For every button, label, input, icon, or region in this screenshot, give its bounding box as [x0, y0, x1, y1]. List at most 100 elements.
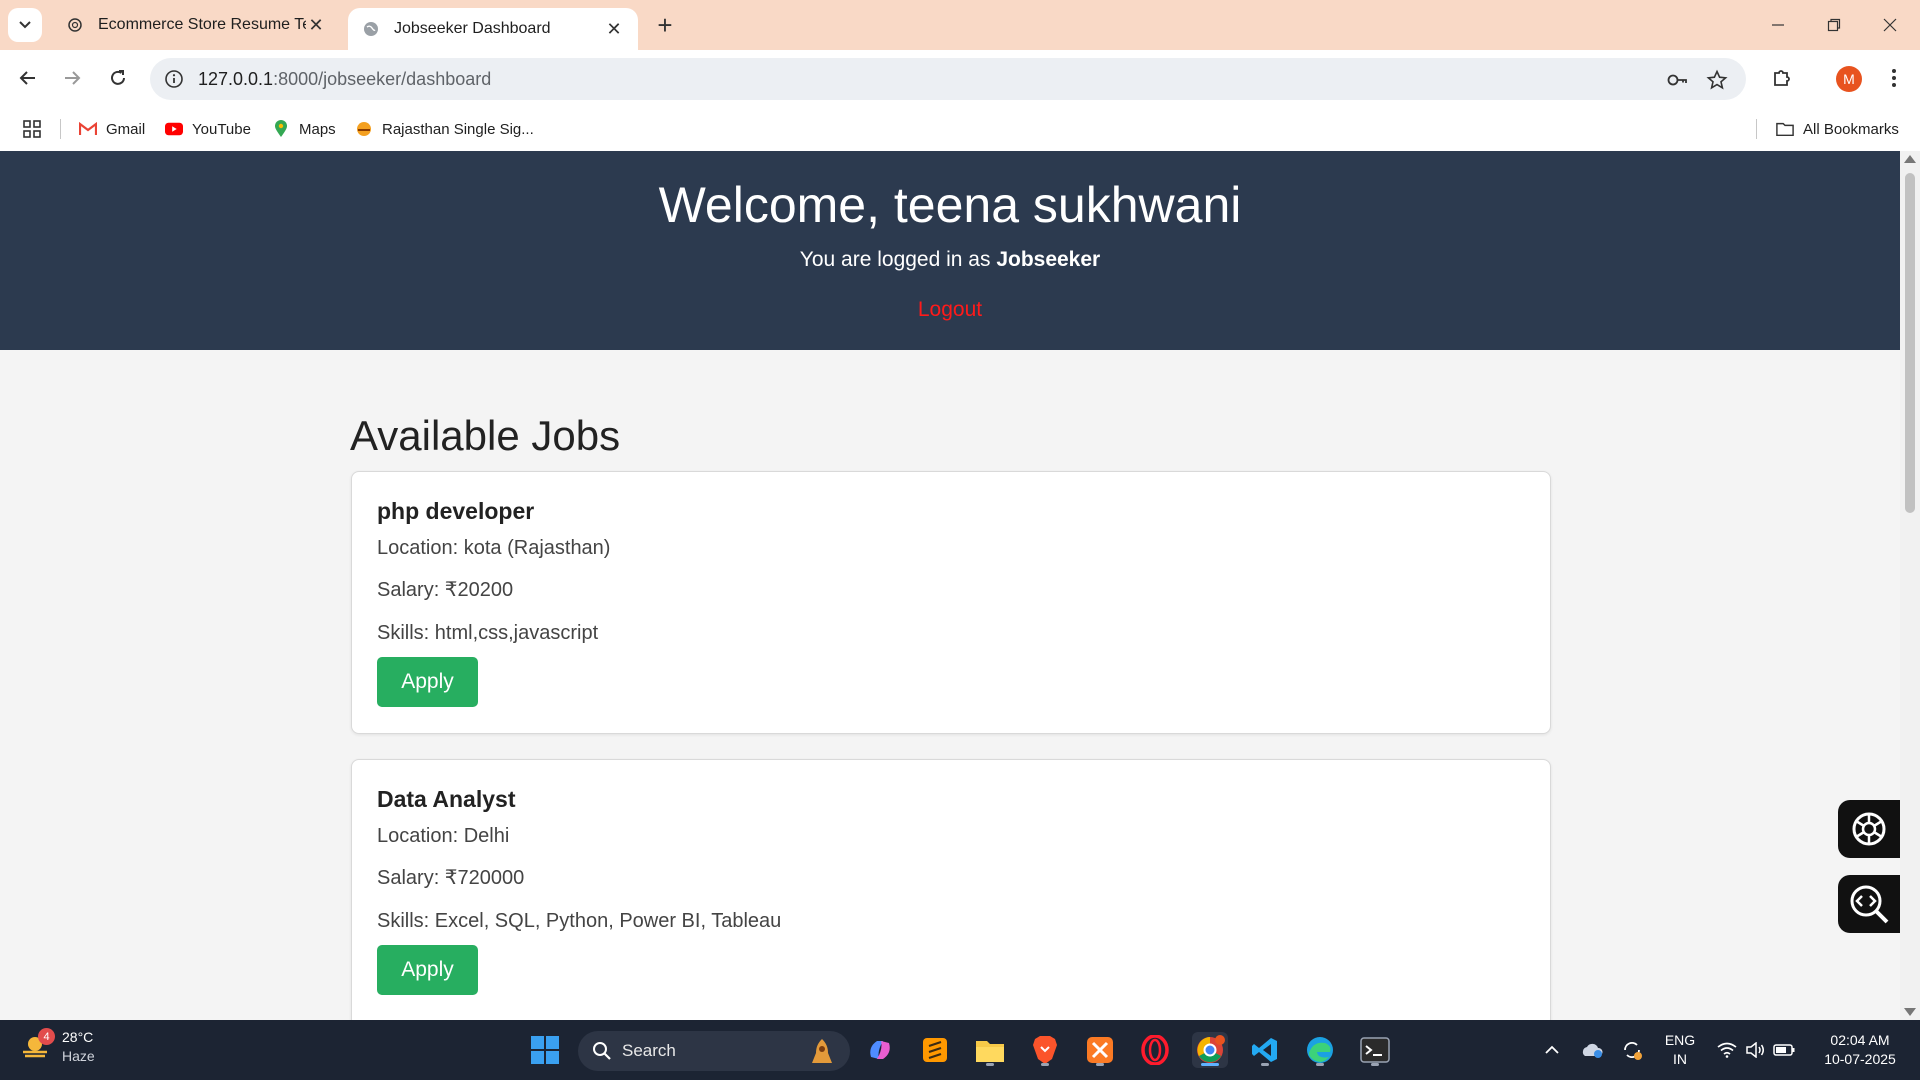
job-skills: Skills: html,css,javascript [377, 622, 599, 644]
battery-button[interactable] [1770, 1020, 1798, 1080]
menu-button[interactable] [1876, 60, 1912, 96]
all-bookmarks-button[interactable]: All Bookmarks [1776, 117, 1899, 141]
bookmark-star-icon[interactable] [1706, 69, 1728, 91]
windows-logo-icon [531, 1036, 559, 1064]
forward-button[interactable] [54, 60, 90, 96]
folder-icon [1776, 120, 1794, 138]
start-button[interactable] [527, 1032, 563, 1068]
arrow-right-icon [65, 71, 81, 85]
restore-button[interactable] [1806, 0, 1862, 50]
globe-icon [362, 20, 380, 38]
page-scrollbar[interactable] [1900, 151, 1920, 1020]
back-button[interactable] [10, 60, 46, 96]
xampp-button[interactable] [1082, 1032, 1118, 1068]
opera-button[interactable] [1137, 1032, 1173, 1068]
bookmark-gmail[interactable]: Gmail [79, 117, 145, 141]
language-code: ENG [1664, 1032, 1696, 1048]
job-card: php developer Location: kota (Rajasthan)… [351, 471, 1551, 734]
running-indicator [1041, 1063, 1049, 1066]
sync-button[interactable] [1618, 1020, 1646, 1080]
chevron-down-icon [19, 21, 31, 29]
scroll-up-arrow-icon[interactable] [1904, 155, 1916, 163]
extensions-button[interactable] [1764, 60, 1800, 96]
bookmark-rajasthan[interactable]: Rajasthan Single Sig... [355, 117, 534, 141]
folder-icon [976, 1041, 1004, 1062]
copilot-button[interactable] [862, 1032, 898, 1068]
url-host: 127.0.0.1 [198, 68, 274, 89]
brave-button[interactable] [1027, 1032, 1063, 1068]
sublime-text-icon [923, 1038, 947, 1062]
reload-icon [111, 70, 125, 85]
clock-time: 02:04 AM [1830, 1032, 1890, 1048]
tab-title: Jobseeker Dashboard [394, 20, 551, 37]
scroll-down-arrow-icon[interactable] [1904, 1008, 1916, 1016]
vscode-icon [1252, 1038, 1277, 1062]
job-location: Location: kota (Rajasthan) [377, 537, 611, 559]
search-icon [593, 1042, 611, 1060]
logout-link[interactable]: Logout [0, 296, 1900, 324]
bookmark-label: Gmail [106, 120, 146, 138]
bookmark-label: Maps [299, 120, 336, 138]
bookmarks-bar: Gmail YouTube Maps Rajasthan Single Sig.… [0, 107, 1920, 151]
tab-ecommerce-resume[interactable]: Ecommerce Store Resume Temp ✕ [52, 8, 340, 42]
chrome-button[interactable] [1192, 1032, 1228, 1068]
code-search-button[interactable] [1838, 875, 1900, 933]
edge-button[interactable] [1302, 1032, 1338, 1068]
clock[interactable]: 02:04 AM 10-07-2025 [1812, 1020, 1908, 1080]
minimize-button[interactable] [1750, 0, 1806, 50]
terminal-icon [1360, 1037, 1390, 1063]
tab-search-button[interactable] [8, 8, 42, 42]
taskbar-search[interactable]: Search [578, 1031, 850, 1071]
close-icon[interactable]: ✕ [306, 15, 326, 35]
maps-icon [272, 120, 290, 138]
wifi-button[interactable] [1714, 1020, 1740, 1080]
battery-icon [1773, 1044, 1795, 1056]
sublime-text-button[interactable] [917, 1032, 953, 1068]
running-indicator [1096, 1063, 1104, 1066]
sync-icon [1624, 1042, 1642, 1060]
vscode-button[interactable] [1247, 1032, 1283, 1068]
new-tab-button[interactable]: + [650, 10, 680, 40]
windows-taskbar: 4 28°C Haze Search ENG IN 02:04 AM 10-07… [0, 1020, 1920, 1080]
chatgpt-icon [66, 16, 84, 34]
show-hidden-icons-button[interactable] [1540, 1020, 1564, 1080]
running-indicator [1201, 1063, 1219, 1066]
reload-button[interactable] [100, 60, 136, 96]
volume-button[interactable] [1742, 1020, 1768, 1080]
youtube-icon [165, 120, 183, 138]
close-window-button[interactable] [1862, 0, 1918, 50]
tab-title: Ecommerce Store Resume Temp [98, 16, 306, 33]
site-info-icon[interactable] [164, 69, 184, 89]
weather-widget[interactable]: 4 28°C Haze [20, 1028, 95, 1066]
tab-jobseeker-dashboard[interactable]: Jobseeker Dashboard ✕ [348, 8, 638, 50]
bookmark-label: Rajasthan Single Sig... [382, 120, 534, 138]
brave-lion-icon [1033, 1036, 1057, 1064]
apply-button[interactable]: Apply [377, 657, 478, 707]
profile-avatar[interactable]: M [1836, 66, 1862, 92]
running-indicator [1316, 1063, 1324, 1066]
available-jobs-heading: Available Jobs [350, 412, 621, 459]
apps-button[interactable] [22, 117, 42, 141]
chrome-icon [1197, 1035, 1225, 1063]
edge-icon [1307, 1037, 1333, 1063]
job-location: Location: Delhi [377, 825, 510, 847]
address-bar[interactable]: 127.0.0.1:8000/jobseeker/dashboard [150, 58, 1746, 100]
close-icon[interactable]: ✕ [604, 19, 624, 39]
apply-button[interactable]: Apply [377, 945, 478, 995]
onedrive-button[interactable] [1578, 1020, 1606, 1080]
page-content: Welcome, teena sukhwani You are logged i… [0, 151, 1900, 1020]
bookmark-maps[interactable]: Maps [272, 117, 336, 141]
speaker-icon [1746, 1042, 1764, 1058]
language-indicator[interactable]: ENG IN [1660, 1020, 1700, 1080]
bookmark-youtube[interactable]: YouTube [165, 117, 251, 141]
terminal-button[interactable] [1357, 1032, 1393, 1068]
kebab-menu-icon [1892, 69, 1896, 87]
temperature: 28°C [62, 1029, 94, 1045]
logout-label[interactable]: Logout [918, 298, 982, 321]
password-key-icon[interactable] [1666, 69, 1688, 91]
ai-assistant-button[interactable] [1838, 800, 1900, 858]
file-explorer-button[interactable] [972, 1032, 1008, 1068]
weather-haze-icon: 4 [20, 1028, 55, 1062]
job-skills: Skills: Excel, SQL, Python, Power BI, Ta… [377, 910, 782, 932]
scrollbar-thumb[interactable] [1905, 173, 1915, 513]
